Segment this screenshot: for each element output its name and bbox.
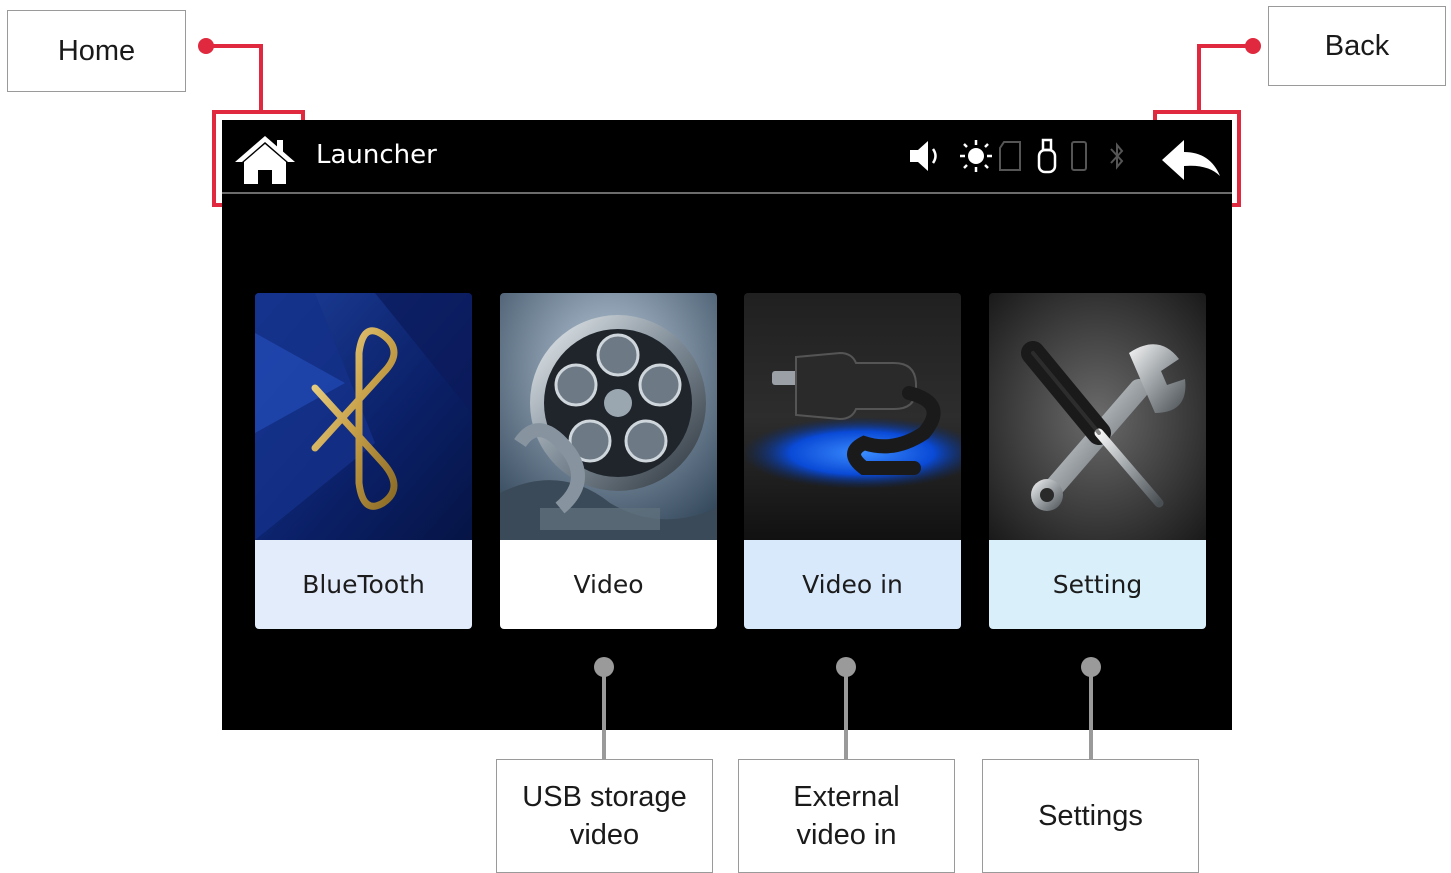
home-button[interactable] — [232, 132, 298, 188]
tile-video-in-label: Video in — [744, 540, 961, 629]
settings-callout: Settings — [982, 759, 1199, 873]
tile-setting[interactable]: Setting — [989, 293, 1206, 629]
usb-connector-line — [602, 667, 606, 759]
home-callout: Home — [7, 10, 186, 92]
home-icon — [235, 136, 295, 184]
back-callout: Back — [1268, 6, 1446, 86]
back-button[interactable] — [1158, 132, 1224, 188]
home-connector-h — [206, 44, 263, 48]
back-connector-h — [1197, 44, 1253, 48]
usb-video-callout-label: USB storage video — [522, 781, 687, 851]
back-connector-v — [1197, 44, 1201, 110]
external-connector-line — [844, 667, 848, 759]
back-callout-label: Back — [1324, 30, 1390, 62]
device-screen: Launcher BlueTooth Video Video in Settin… — [222, 120, 1232, 730]
tile-bluetooth-label: BlueTooth — [255, 540, 472, 629]
home-callout-label: Home — [57, 35, 136, 67]
usb-icon — [1037, 138, 1057, 174]
bluetooth-status-icon — [1110, 142, 1124, 170]
usb-video-callout: USB storage video — [496, 759, 713, 873]
brightness-icon — [960, 140, 992, 172]
settings-callout-label: Settings — [1038, 800, 1143, 832]
tile-video[interactable]: Video — [500, 293, 717, 629]
external-video-callout-label: External video in — [793, 781, 900, 851]
home-connector-v — [259, 44, 263, 110]
film-reel-icon — [500, 293, 717, 540]
phone-icon — [1071, 141, 1087, 171]
settings-connector-line — [1089, 667, 1093, 759]
sd-card-icon — [999, 141, 1021, 171]
plug-icon — [744, 293, 961, 540]
volume-icon — [910, 141, 937, 171]
tile-video-label: Video — [500, 540, 717, 629]
external-video-callout: External video in — [738, 759, 955, 873]
tile-bluetooth[interactable]: BlueTooth — [255, 293, 472, 629]
bluetooth-icon — [255, 293, 472, 540]
tools-icon — [989, 293, 1206, 540]
title-divider — [222, 192, 1232, 194]
page-title: Launcher — [316, 140, 437, 170]
tile-setting-label: Setting — [989, 540, 1206, 629]
title-bar: Launcher — [222, 120, 1232, 194]
tile-video-in[interactable]: Video in — [744, 293, 961, 629]
back-arrow-icon — [1162, 140, 1220, 180]
